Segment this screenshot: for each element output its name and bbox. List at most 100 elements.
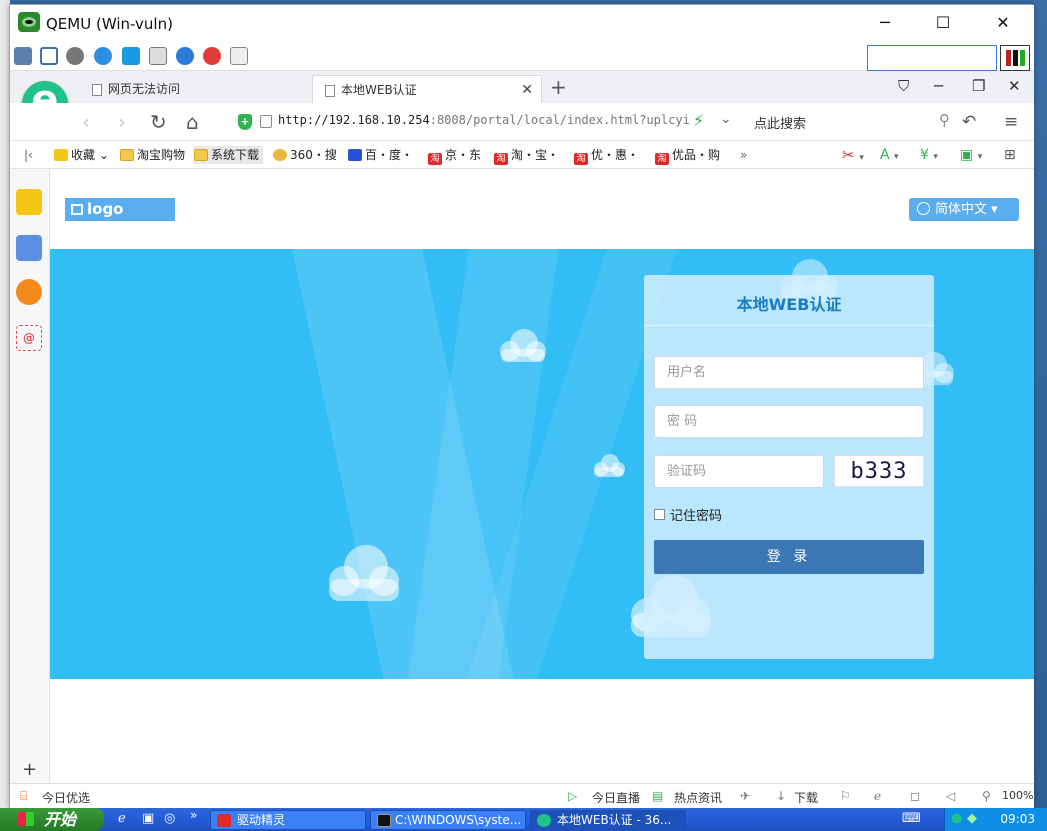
bookmark-taobao-shopping[interactable]: 淘宝购物 [120, 146, 185, 164]
eject-icon[interactable] [230, 47, 248, 65]
start-button[interactable]: 开始 [0, 808, 104, 831]
yen-icon[interactable]: ¥ ▾ [920, 146, 938, 164]
chevron-down-icon[interactable]: ⌄ [720, 111, 732, 127]
guest-screen: 网页无法访问 本地WEB认证 ✕ + ⛉ ─ ❐ ✕ ‹ › ↻ ⌂ + [10, 71, 1034, 809]
captcha-input[interactable]: 验证码 [654, 455, 824, 488]
scissors-icon[interactable]: ✂ ▾ [842, 146, 864, 164]
keyboard-icon[interactable] [149, 47, 167, 65]
zoom-icon[interactable]: ⚲ [982, 789, 991, 803]
keyboard-tray-icon[interactable]: ⌨ [902, 811, 921, 826]
sidebar-toggle-icon[interactable]: |‹ [24, 146, 33, 164]
login-panel: 本地WEB认证 用户名 密 码 验证码 b333 记住密码 登 录 [644, 275, 934, 659]
web-page: logo 简体中文 ▾ 本地WEB认证 用户名 密 码 验证码 b333 记住密… [50, 169, 1034, 783]
close-browser-icon[interactable]: ✕ [1008, 77, 1021, 95]
minimize-browser-icon[interactable]: ─ [934, 77, 943, 95]
taobao-icon: 淘 [574, 153, 588, 165]
fullscreen-icon[interactable] [40, 47, 58, 65]
maximize-button[interactable]: ☐ [920, 5, 966, 41]
task-cmd[interactable]: C:\WINDOWS\syste... [370, 810, 526, 830]
cmd-icon [377, 814, 391, 827]
url-text[interactable]: http://192.168.10.254:8008/portal/local/… [278, 113, 690, 127]
add-sidebar-icon[interactable]: + [22, 759, 37, 780]
task-browser[interactable]: 本地WEB认证 - 36... [530, 810, 686, 830]
bookmark-taobao[interactable]: 淘淘・宝・ [494, 146, 559, 165]
live-link[interactable]: 今日直播 [592, 789, 640, 806]
refresh-icon[interactable] [94, 47, 112, 65]
new-tab-button[interactable]: + [550, 75, 567, 99]
security-shield-icon: + [238, 114, 252, 130]
login-button[interactable]: 登 录 [654, 540, 924, 574]
gear-icon[interactable] [66, 47, 84, 65]
tab-close-icon[interactable]: ✕ [521, 76, 533, 104]
browser-quicklaunch-icon[interactable]: ◎ [164, 811, 175, 826]
flag-icon[interactable]: ⚐ [840, 789, 851, 803]
tab-label: 网页无法访问 [108, 82, 181, 96]
game-icon[interactable]: ▣ ▾ [960, 146, 982, 164]
tab-web-auth[interactable]: 本地WEB认证 ✕ [312, 75, 542, 103]
bookmarks-more[interactable]: » [740, 146, 747, 164]
task-driver-genius[interactable]: 驱动精灵 [210, 810, 366, 830]
stop-icon[interactable] [203, 47, 221, 65]
speaker-icon[interactable]: ◁ [946, 789, 955, 803]
network-tray-icon[interactable]: ◆ [967, 811, 977, 826]
reload-icon[interactable]: ↻ [150, 110, 167, 134]
tab-unreachable[interactable]: 网页无法访问 [80, 75, 310, 103]
bookmark-system-download[interactable]: 系统下载 [194, 146, 264, 164]
qemu-window: QEMU (Win-vuln) ─ ☐ ✕ 网页无法访问 本地WEB认证 ✕ +… [9, 4, 1034, 809]
zoom-level[interactable]: 100% [1002, 789, 1033, 802]
bookmark-favorites[interactable]: 收藏 ⌄ [54, 146, 109, 164]
news-icon[interactable] [16, 235, 42, 261]
360-tray-icon[interactable]: ● [951, 811, 962, 826]
bookmark-jd[interactable]: 淘京・东 [428, 146, 481, 165]
remember-password[interactable]: 记住密码 [654, 505, 722, 524]
translate-icon[interactable]: A ▾ [880, 146, 899, 164]
vm-network-icon[interactable] [14, 47, 32, 65]
ie-quicklaunch-icon[interactable]: ℯ [118, 811, 126, 826]
username-input[interactable]: 用户名 [654, 356, 924, 389]
media-quicklaunch-icon[interactable]: ▣ [142, 811, 154, 826]
globe-icon [917, 202, 930, 215]
favorites-star-icon[interactable] [16, 189, 42, 215]
search-box[interactable]: 点此搜索 ⚲ [750, 109, 950, 135]
undo-icon[interactable]: ↶ [962, 110, 976, 134]
close-button[interactable]: ✕ [980, 5, 1026, 41]
browser-statusbar: ⌸ 今日优选 ▷ 今日直播 ▤ 热点资讯 ✈ ↓ 下载 ⚐ ℯ ◻ ◁ ⚲ 10… [10, 783, 1034, 809]
windows-icon[interactable] [122, 47, 140, 65]
window-icon[interactable]: ◻ [910, 789, 920, 803]
bookmark-360-search[interactable]: 360・搜 [273, 146, 337, 164]
bookmark-youhui[interactable]: 淘优・惠・ [574, 146, 639, 165]
language-selector[interactable]: 简体中文 ▾ [909, 198, 1019, 221]
minimize-button[interactable]: ─ [862, 5, 908, 41]
home-icon[interactable]: ⌂ [186, 110, 199, 134]
lightning-icon[interactable]: ⚡ [693, 111, 704, 130]
download-link[interactable]: 下载 [794, 789, 818, 806]
windows-taskbar: 开始 ℯ ▣ ◎ » 驱动精灵 C:\WINDOWS\syste... 本地WE… [0, 808, 1047, 831]
remember-checkbox[interactable] [654, 509, 665, 520]
rocket-icon[interactable]: ✈ [740, 789, 750, 803]
bookmark-baidu[interactable]: 百・度・ [348, 146, 413, 164]
bookmarks-bar: |‹ 收藏 ⌄ 淘宝购物 系统下载 360・搜 百・度・ 淘京・东 淘淘・宝・ … [10, 141, 1034, 169]
hot-news-link[interactable]: 热点资讯 [674, 789, 722, 806]
bookmark-youpin[interactable]: 淘优品・购 [655, 146, 720, 165]
daily-picks-link[interactable]: 今日优选 [42, 789, 90, 806]
search-input[interactable]: 点此搜索 [754, 113, 806, 132]
gift-icon[interactable]: ⌸ [20, 789, 27, 804]
forward-icon[interactable]: › [118, 110, 126, 134]
window-title: QEMU (Win-vuln) [46, 15, 173, 33]
menu-icon[interactable]: ≡ [1004, 110, 1018, 134]
weibo-icon[interactable] [16, 279, 42, 305]
apps-grid-icon[interactable]: ⊞ [1004, 146, 1016, 164]
ie-icon[interactable]: ℯ [874, 789, 881, 803]
back-icon[interactable]: ‹ [82, 110, 90, 134]
shirt-skin-icon[interactable]: ⛉ [898, 77, 909, 95]
captcha-image[interactable]: b333 [834, 455, 924, 487]
address-bar[interactable]: + http://192.168.10.254:8008/portal/loca… [238, 109, 740, 135]
search-icon[interactable]: ⚲ [939, 111, 950, 129]
quicklaunch-more[interactable]: » [190, 808, 197, 822]
password-input[interactable]: 密 码 [654, 405, 924, 438]
email-icon[interactable]: @ [16, 325, 42, 351]
info-icon[interactable] [176, 47, 194, 65]
qemu-app-icon [18, 12, 40, 32]
restore-browser-icon[interactable]: ❐ [972, 77, 985, 95]
qemu-command-input[interactable] [867, 45, 997, 71]
